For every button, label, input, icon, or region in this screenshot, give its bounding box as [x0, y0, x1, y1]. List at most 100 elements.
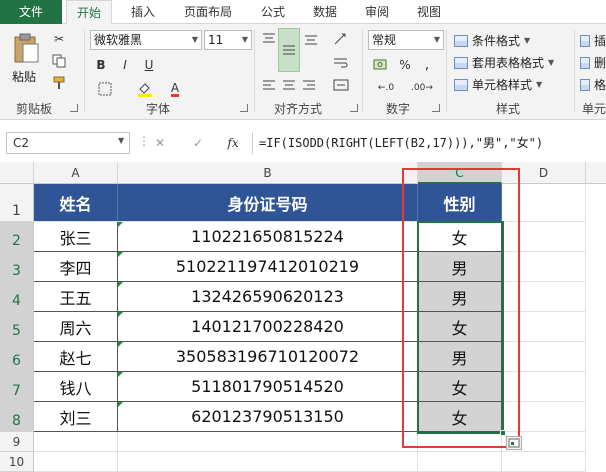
italic-button[interactable]: I: [116, 56, 134, 74]
tab-home[interactable]: 开始: [66, 0, 112, 25]
table-header-id[interactable]: 身份证号码: [118, 184, 418, 222]
tab-insert[interactable]: 插入: [120, 0, 166, 24]
accounting-format-icon[interactable]: [370, 56, 392, 74]
row-header[interactable]: 7: [0, 372, 34, 402]
insert-function-icon[interactable]: fx: [222, 133, 244, 153]
enter-icon[interactable]: ✓: [188, 133, 208, 153]
merge-center-icon[interactable]: [330, 76, 352, 94]
quick-analysis-icon[interactable]: [506, 436, 522, 450]
table-cell-id[interactable]: 140121700228420: [118, 312, 418, 342]
underline-button[interactable]: U: [140, 56, 158, 74]
row-header[interactable]: 2: [0, 222, 34, 252]
format-painter-icon[interactable]: [50, 74, 68, 92]
column-header-b[interactable]: B: [118, 162, 418, 184]
comma-style-icon[interactable]: ,: [418, 56, 436, 74]
table-cell-id[interactable]: 511801790514520: [118, 372, 418, 402]
row-header[interactable]: 6: [0, 342, 34, 372]
empty-cell[interactable]: [418, 452, 502, 472]
font-size-combo[interactable]: 11 ▼: [204, 30, 252, 50]
border-icon[interactable]: [94, 80, 116, 98]
tab-formulas[interactable]: 公式: [250, 0, 296, 24]
more-options-icon: ⋮: [138, 134, 150, 148]
row-header[interactable]: 10: [0, 452, 34, 472]
orientation-icon[interactable]: [330, 30, 352, 48]
error-indicator-icon: [118, 282, 123, 287]
table-cell-name[interactable]: 赵七: [34, 342, 118, 372]
table-cell-name[interactable]: 张三: [34, 222, 118, 252]
chevron-down-icon: ▼: [191, 35, 198, 44]
chevron-down-icon: ▼: [548, 58, 555, 67]
tab-view[interactable]: 视图: [406, 0, 452, 24]
table-cell-name[interactable]: 周六: [34, 312, 118, 342]
cell-styles-icon: [454, 78, 468, 91]
tab-review[interactable]: 审阅: [354, 0, 400, 24]
group-separator: [574, 30, 575, 112]
format-as-table-button[interactable]: 套用表格格式 ▼: [454, 54, 554, 71]
table-format-icon: [454, 56, 468, 69]
tab-data[interactable]: 数据: [302, 0, 348, 24]
copy-icon[interactable]: [50, 52, 68, 70]
number-format-value: 常规: [372, 33, 397, 47]
number-launcher-icon[interactable]: [432, 104, 440, 112]
select-all-corner[interactable]: [0, 162, 34, 184]
bold-button[interactable]: B: [92, 56, 110, 74]
tab-file[interactable]: 文件: [0, 0, 62, 24]
font-launcher-icon[interactable]: [240, 104, 248, 112]
row-header[interactable]: 8: [0, 402, 34, 432]
chevron-down-icon: ▼: [536, 80, 543, 89]
empty-cell[interactable]: [34, 452, 118, 472]
format-cells-button[interactable]: 格: [580, 76, 606, 93]
decrease-decimal-icon[interactable]: .00→: [406, 80, 438, 96]
row-header[interactable]: 3: [0, 252, 34, 282]
table-header-name[interactable]: 姓名: [34, 184, 118, 222]
cancel-icon[interactable]: ✕: [150, 133, 170, 153]
fill-color-icon[interactable]: [134, 80, 156, 98]
row-header[interactable]: 1: [0, 184, 34, 222]
align-right-icon[interactable]: [300, 76, 318, 94]
cell-styles-button[interactable]: 单元格样式 ▼: [454, 76, 542, 93]
empty-cell[interactable]: [118, 432, 418, 452]
conditional-format-button[interactable]: 条件格式 ▼: [454, 32, 530, 49]
table-cell-name[interactable]: 李四: [34, 252, 118, 282]
insert-cells-button[interactable]: 插: [580, 32, 606, 49]
table-cell-id[interactable]: 110221650815224: [118, 222, 418, 252]
row-header[interactable]: 9: [0, 432, 34, 452]
chevron-down-icon[interactable]: ▼: [118, 136, 124, 145]
number-format-combo[interactable]: 常规 ▼: [368, 30, 444, 50]
table-cell-name[interactable]: 王五: [34, 282, 118, 312]
align-bottom-icon[interactable]: [302, 30, 320, 48]
font-color-icon[interactable]: A: [164, 80, 186, 98]
clipboard-launcher-icon[interactable]: [70, 104, 78, 112]
align-center-icon[interactable]: [280, 76, 298, 94]
row-header[interactable]: 4: [0, 282, 34, 312]
empty-cell[interactable]: [502, 452, 586, 472]
increase-decimal-icon[interactable]: ←.0: [370, 80, 402, 96]
group-separator: [84, 30, 85, 112]
table-cell-id[interactable]: 510221197412010219: [118, 252, 418, 282]
table-cell-name[interactable]: 钱八: [34, 372, 118, 402]
clipboard-group-label: 剪贴板: [16, 102, 53, 116]
table-cell-name[interactable]: 刘三: [34, 402, 118, 432]
align-top-icon[interactable]: [260, 30, 278, 48]
alignment-launcher-icon[interactable]: [350, 104, 358, 112]
align-middle-icon[interactable]: [278, 28, 300, 72]
empty-cell[interactable]: [34, 432, 118, 452]
table-cell-id[interactable]: 620123790513150: [118, 402, 418, 432]
column-header-a[interactable]: A: [34, 162, 118, 184]
column-header-e[interactable]: [586, 162, 606, 184]
percent-icon[interactable]: %: [396, 56, 414, 74]
tab-page-layout[interactable]: 页面布局: [172, 0, 244, 24]
paste-button[interactable]: [10, 30, 42, 66]
table-cell-id[interactable]: 132426590620123: [118, 282, 418, 312]
table-cell-id[interactable]: 350583196710120072: [118, 342, 418, 372]
delete-cells-button[interactable]: 删: [580, 54, 606, 71]
name-box[interactable]: C2: [6, 132, 130, 154]
font-name-combo[interactable]: 微软雅黑 ▼: [90, 30, 202, 50]
empty-cell[interactable]: [118, 452, 418, 472]
cut-icon[interactable]: ✂: [50, 30, 68, 48]
align-left-icon[interactable]: [260, 76, 278, 94]
wrap-text-icon[interactable]: [330, 54, 352, 72]
row-header[interactable]: 5: [0, 312, 34, 342]
formula-input[interactable]: =IF(ISODD(RIGHT(LEFT(B2,17))),"男","女"): [252, 132, 606, 154]
group-separator: [362, 30, 363, 112]
